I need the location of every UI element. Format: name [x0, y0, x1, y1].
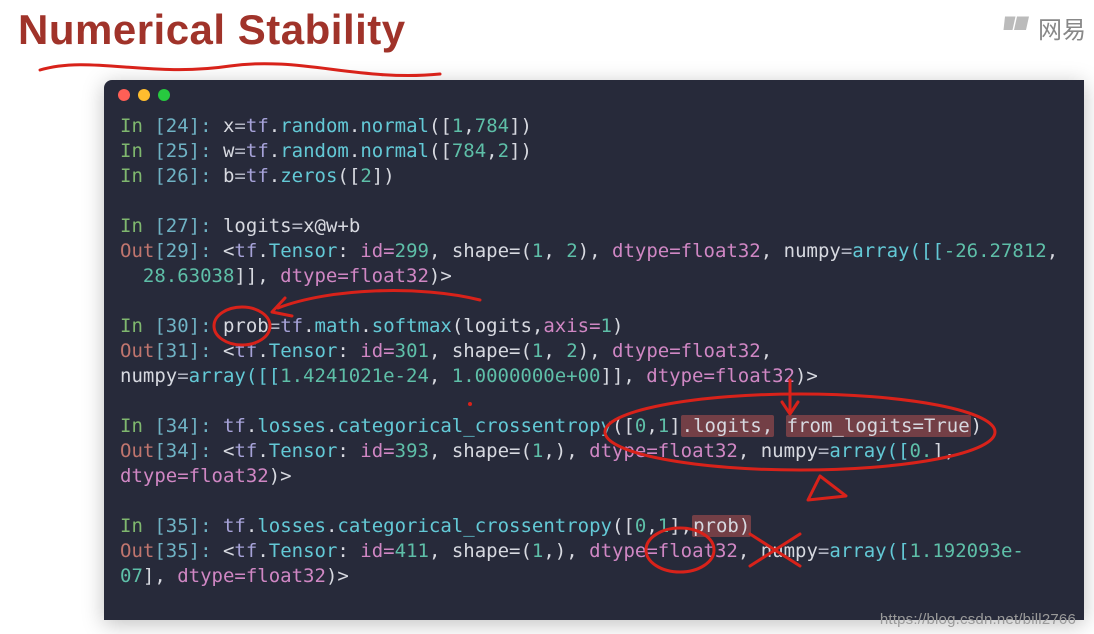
highlight-from-logits: from_logits=True [786, 415, 971, 437]
minimize-icon [138, 89, 150, 101]
terminal-window: In [24]: x=tf.random.normal([1,784]) In … [104, 80, 1084, 620]
close-icon [118, 89, 130, 101]
footer-source-url: https://blog.csdn.net/bill2766 [880, 611, 1076, 628]
annotation-title-underline [40, 64, 440, 76]
in-prompt: In [120, 115, 154, 137]
highlight-prob: prob) [692, 515, 751, 537]
site-watermark: 网易 [1002, 10, 1086, 45]
ipython-session: In [24]: x=tf.random.normal([1,784]) In … [120, 114, 1074, 589]
window-traffic-lights [118, 89, 170, 101]
watermark-icon [1002, 13, 1032, 42]
highlight-logits: .logits, [681, 415, 775, 437]
slide-title: Numerical Stability [18, 6, 406, 54]
watermark-text: 网易 [1038, 10, 1086, 45]
presentation-slide: Numerical Stability 网易 In [24]: x=tf.ran… [0, 0, 1094, 634]
out-prompt: Out [120, 240, 154, 262]
zoom-icon [158, 89, 170, 101]
